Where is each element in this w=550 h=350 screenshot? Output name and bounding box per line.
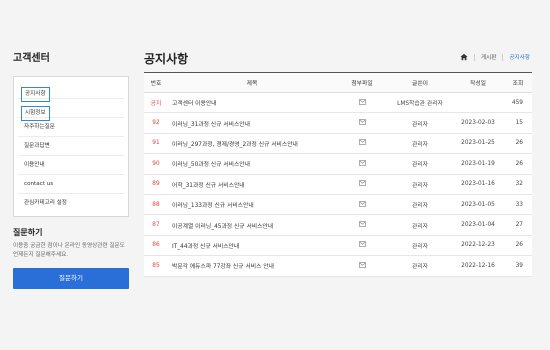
- mail-icon: [358, 200, 366, 207]
- sidebar: 고객센터 공지사항 시험정보 자주하는질문 질문과답변 이용안내 contact…: [13, 50, 129, 289]
- sidebar-title: 고객센터: [13, 53, 50, 64]
- row-title-link[interactable]: 어학_31과정 신규 서비스안내: [168, 174, 336, 195]
- sidebar-item-qna[interactable]: 질문과답변: [18, 137, 124, 156]
- table-row[interactable]: 89 어학_31과정 신규 서비스안내 관리자 2023-01-16 32: [144, 174, 532, 195]
- sidebar-menu: 공지사항 시험정보 자주하는질문 질문과답변 이용안내 contact us 관…: [13, 76, 129, 217]
- attachment-icon: [336, 194, 388, 216]
- attachment-icon: [336, 214, 388, 236]
- row-date: [452, 92, 504, 114]
- mail-icon: [358, 180, 366, 187]
- row-title-link[interactable]: 고객센터 이용안내: [168, 92, 336, 114]
- attachment-icon: [336, 255, 388, 277]
- ask-button[interactable]: 질문하기: [13, 268, 129, 289]
- row-title-link[interactable]: 이러닝_50과정 신규 서비스안내: [168, 153, 336, 175]
- ask-title: 질문하기: [13, 228, 43, 237]
- row-number: 공지: [144, 92, 168, 114]
- row-views: 33: [504, 194, 532, 216]
- table-row[interactable]: 90 이러닝_50과정 신규 서비스안내 관리자 2023-01-19 26: [144, 153, 532, 175]
- row-views: 15: [504, 112, 532, 134]
- mail-icon: [358, 241, 366, 248]
- row-views: 32: [504, 174, 532, 195]
- row-title-link[interactable]: 박문각 에듀스파 77강좌 신규 서비스 안내: [168, 255, 336, 277]
- mail-icon: [358, 119, 366, 125]
- mail-icon: [358, 139, 366, 146]
- row-number: 86: [144, 235, 168, 257]
- row-author: 관리자: [388, 214, 452, 236]
- row-number: 89: [144, 174, 168, 195]
- home-icon[interactable]: [460, 53, 468, 61]
- row-date: 2023-01-19: [452, 153, 504, 175]
- row-author: 관리자: [388, 133, 452, 155]
- row-number: 88: [144, 194, 168, 216]
- row-views: 39: [504, 255, 532, 277]
- sidebar-item-interest[interactable]: 관심카테고리 설정: [18, 194, 124, 213]
- row-date: 2023-01-05: [452, 194, 504, 216]
- row-views: 26: [504, 153, 532, 175]
- col-header-author: 글쓴이: [388, 72, 452, 93]
- row-author: 관리자: [388, 194, 452, 216]
- table-row[interactable]: 88 이러닝_133과정 신규 서비스안내 관리자 2023-01-05 33: [144, 194, 532, 216]
- row-number: 92: [144, 112, 168, 134]
- row-title-link[interactable]: 이공계열 이러닝_45과정 신규 서비스안내: [168, 214, 336, 236]
- attachment-icon: [336, 112, 388, 134]
- table-row[interactable]: 공지 고객센터 이용안내 LMS학습관 관리자 459: [144, 92, 532, 114]
- breadcrumb-current: 공지사항: [509, 55, 530, 61]
- row-date: 2023-01-25: [452, 133, 504, 155]
- mail-icon: [358, 261, 366, 268]
- row-number: 91: [144, 133, 168, 155]
- table-row[interactable]: 87 이공계열 이러닝_45과정 신규 서비스안내 관리자 2023-01-04 27: [144, 214, 532, 236]
- col-header-title: 제목: [168, 72, 336, 93]
- attachment-icon: [336, 174, 388, 195]
- row-date: 2023-01-16: [452, 174, 504, 195]
- row-date: 2022-12-23: [452, 235, 504, 257]
- attachment-icon: [336, 235, 388, 257]
- row-author: 관리자: [388, 255, 452, 277]
- row-views: 26: [504, 133, 532, 155]
- table-row[interactable]: 86 IT_44과정 신규 서비스안내 관리자 2022-12-23 26: [144, 235, 532, 257]
- row-number: 90: [144, 153, 168, 175]
- row-title-link[interactable]: 이러닝_31과정 신규 서비스안내: [168, 112, 336, 134]
- breadcrumb-board[interactable]: 게시판: [481, 53, 496, 61]
- table-row[interactable]: 91 이러닝_297과정, 경제/경영_2과정 신규 서비스안내 관리자 2023-0…: [144, 133, 532, 155]
- mail-icon: [358, 159, 366, 166]
- row-number: 87: [144, 214, 168, 236]
- row-title-link[interactable]: 이러닝_133과정 신규 서비스안내: [168, 194, 336, 216]
- attachment-icon: [336, 133, 388, 155]
- row-author: LMS학습관 관리자: [388, 92, 452, 114]
- col-header-views: 조회: [504, 72, 532, 93]
- row-views: 459: [504, 92, 532, 114]
- col-header-date: 작성일: [452, 72, 504, 93]
- attachment-icon: [336, 92, 388, 114]
- row-views: 27: [504, 214, 532, 236]
- sidebar-item-contact[interactable]: contact us: [18, 175, 124, 194]
- mail-icon: [358, 98, 366, 105]
- row-author: 관리자: [388, 174, 452, 195]
- row-author: 관리자: [388, 153, 452, 175]
- row-date: 2023-01-04: [452, 214, 504, 236]
- notice-table: 번호 제목 첨부파일 글쓴이 작성일 조회 공지 고객센터 이용안내 LMS학습관 …: [144, 72, 532, 277]
- main-content: 공지사항 게시판 공지사항 번호 제목 첨부파일 글쓴이 작성일 조회 공지 고객…: [144, 50, 532, 277]
- row-title-link[interactable]: IT_44과정 신규 서비스안내: [168, 235, 336, 257]
- row-date: 2023-02-03: [452, 112, 504, 134]
- attachment-icon: [336, 153, 388, 175]
- sidebar-item-faq[interactable]: 자주하는질문: [18, 118, 124, 137]
- table-row[interactable]: 85 박문각 에듀스파 77강좌 신규 서비스 안내 관리자 2022-12-16 39: [144, 255, 532, 277]
- sidebar-item-guide[interactable]: 이용안내: [18, 156, 124, 175]
- ask-description: 이용중 궁금한 점이나 온라인 동영상관련 질문도 언제든지 질문해주세요.: [13, 243, 125, 258]
- row-date: 2022-12-16: [452, 255, 504, 277]
- row-number: 85: [144, 255, 168, 277]
- row-author: 관리자: [388, 112, 452, 134]
- mail-icon: [358, 221, 366, 227]
- row-title-link[interactable]: 이러닝_297과정, 경제/경영_2과정 신규 서비스안내: [168, 133, 336, 155]
- col-header-number: 번호: [144, 72, 168, 93]
- row-views: 26: [504, 235, 532, 257]
- table-row[interactable]: 92 이러닝_31과정 신규 서비스안내 관리자 2023-02-03 15: [144, 112, 532, 134]
- row-author: 관리자: [388, 235, 452, 257]
- col-header-attachment: 첨부파일: [336, 72, 388, 93]
- breadcrumb: 게시판 공지사항: [460, 53, 530, 61]
